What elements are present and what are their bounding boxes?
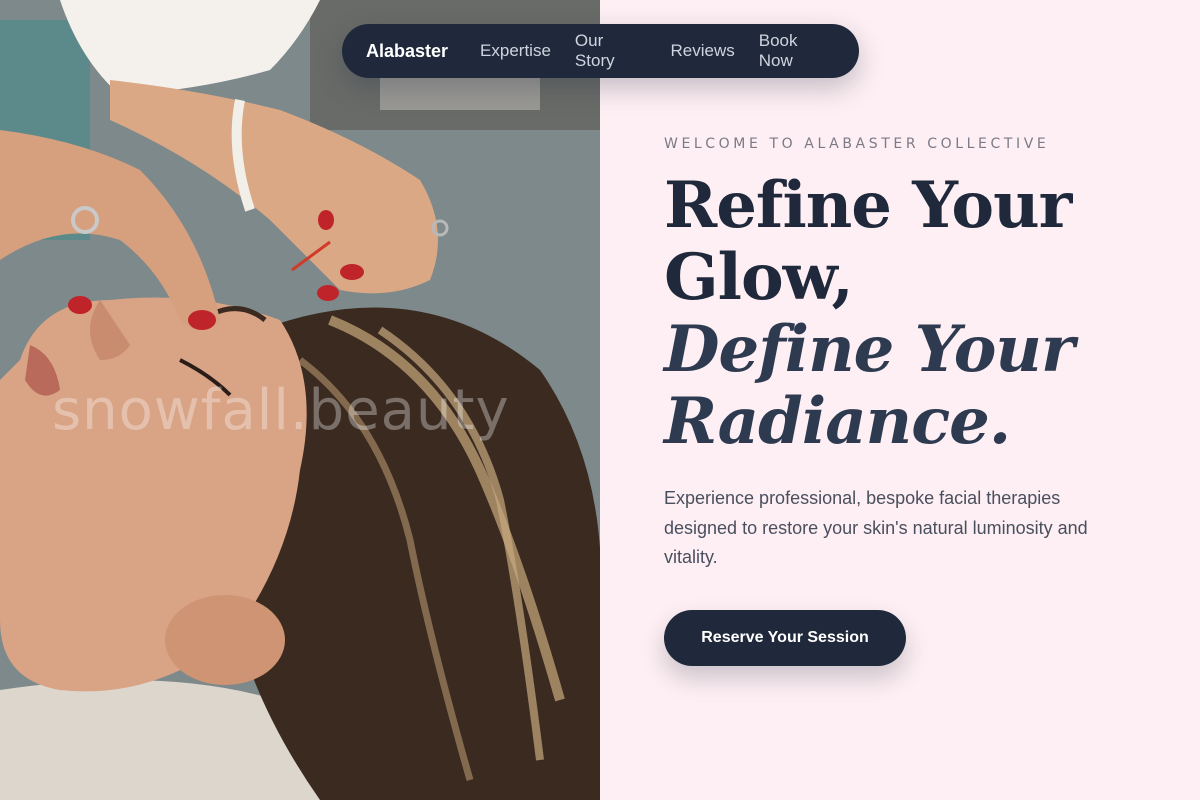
watermark-text: snowfall.beauty — [52, 378, 510, 443]
reserve-session-button[interactable]: Reserve Your Session — [664, 610, 906, 666]
headline-line-1: Refine Your — [664, 168, 1072, 243]
hero-photo: snowfall.beauty — [0, 0, 600, 800]
headline-line-3: Define Your — [664, 312, 1075, 387]
brand-logo-text[interactable]: Alabaster — [366, 41, 448, 62]
headline-line-4: Radiance. — [664, 384, 1011, 459]
nav-link-our-story[interactable]: Our Story — [575, 31, 647, 71]
hero-eyebrow: WELCOME TO ALABASTER COLLECTIVE — [664, 136, 1050, 152]
nav-link-expertise[interactable]: Expertise — [480, 41, 551, 61]
nav-link-reviews[interactable]: Reviews — [671, 41, 735, 61]
hero-description: Experience professional, bespoke facial … — [664, 488, 1088, 567]
top-navigation: Alabaster Expertise Our Story Reviews Bo… — [342, 24, 859, 78]
nav-link-book-now[interactable]: Book Now — [759, 31, 835, 71]
headline-line-2: Glow, — [664, 240, 854, 315]
hero-headline: Refine Your Glow, Define Your Radiance. — [664, 170, 1164, 458]
